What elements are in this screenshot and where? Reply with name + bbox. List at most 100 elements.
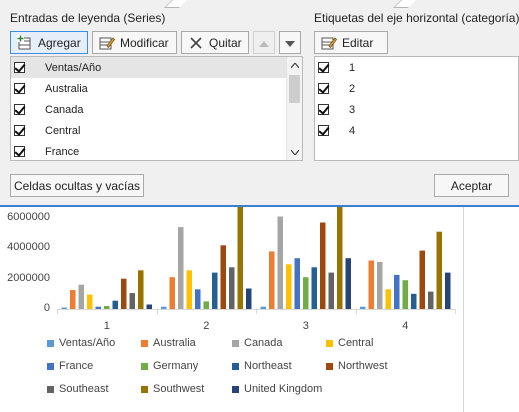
bar-germany-1[interactable] [104,306,110,309]
bar-northeast-4[interactable] [411,293,417,309]
bar-france-4[interactable] [394,274,400,309]
bar-central-4[interactable] [385,289,392,309]
bar-northwest-1[interactable] [121,278,127,309]
legend-item[interactable]: Central [326,337,373,349]
legend-label: Central [338,337,374,349]
bar-southeast-1[interactable] [129,293,136,309]
legend-item[interactable]: Northeast [232,360,292,372]
category-checkbox[interactable] [318,83,329,94]
category-item-label: 3 [349,103,356,116]
category-checkbox[interactable] [318,125,329,136]
bar-southeast-2[interactable] [229,267,235,309]
bar-australia-4[interactable] [368,260,375,310]
add-series-button[interactable]: Agregar [10,31,88,54]
bar-australia-2[interactable] [169,277,176,310]
bar-northeast-1[interactable] [112,300,119,309]
category-item[interactable]: 1 [315,57,515,78]
legend-item[interactable]: Northwest [326,360,388,372]
bar-france-3[interactable] [294,258,301,309]
dialog-pointer [164,0,187,8]
bar-united-kingdom-4[interactable] [445,272,451,309]
bar-southwest-2[interactable] [237,207,244,309]
series-checkbox[interactable] [14,83,25,94]
bar-united-kingdom-3[interactable] [345,258,352,309]
scroll-up-arrow-icon[interactable] [287,57,302,73]
legend-label: Northwest [338,360,388,372]
bar-canada-3[interactable] [277,216,284,310]
legend-swatch [47,339,54,347]
legend-item[interactable]: Canada [232,337,283,349]
series-item-france[interactable]: France [11,141,288,160]
series-checkbox[interactable] [14,62,25,73]
bar-central-2[interactable] [186,270,193,309]
series-checkbox[interactable] [14,104,25,115]
bar-southwest-1[interactable] [138,270,144,309]
series-item-canada[interactable]: Canada [11,99,288,120]
legend-item[interactable]: Australia [141,337,196,349]
category-item[interactable]: 2 [315,78,515,99]
bar-canada-2[interactable] [178,227,184,309]
bar-southeast-4[interactable] [428,291,434,309]
move-down-button[interactable] [279,31,301,54]
legend-item[interactable]: United Kingdom [232,383,322,395]
bar-canada-4[interactable] [377,262,383,309]
category-checkbox[interactable] [318,104,329,115]
bar-northeast-2[interactable] [212,272,218,309]
series-item-ventas-ano[interactable]: Ventas/Año [11,57,288,78]
legend-item[interactable]: Southwest [141,383,204,395]
bar-ventas-a-o-4[interactable] [360,306,366,309]
bar-united-kingdom-2[interactable] [246,288,252,310]
bar-germany-4[interactable] [402,280,409,309]
bar-northeast-3[interactable] [311,267,318,309]
category-item[interactable]: 3 [315,99,515,120]
bar-united-kingdom-1[interactable] [146,304,153,310]
bar-northwest-3[interactable] [320,222,326,310]
ok-label: Aceptar [450,178,493,193]
hidden-empty-cells-button[interactable]: Celdas ocultas y vacías [10,174,144,197]
bar-central-1[interactable] [87,294,93,309]
series-list-scrollbar[interactable] [286,57,302,160]
edit-categories-icon [321,35,337,51]
ok-button[interactable]: Aceptar [434,174,509,197]
bar-canada-1[interactable] [78,284,85,309]
add-series-icon [17,34,33,51]
bar-germany-2[interactable] [203,301,210,309]
bar-southwest-3[interactable] [337,207,343,309]
chart-area[interactable]: 0 2000000 4000000 6000000 1 2 3 4 Ventas/Año Au… [0,207,519,412]
category-list[interactable]: 1 2 3 4 [314,56,519,161]
legend-swatch [141,362,148,370]
edit-series-button[interactable]: Modificar [92,31,177,54]
bar-france-1[interactable] [95,306,102,309]
bar-australia-3[interactable] [269,251,275,309]
scroll-down-arrow-icon[interactable] [287,144,302,160]
series-item-australia[interactable]: Australia [11,78,288,99]
legend-item[interactable]: Southeast [47,383,109,395]
bar-northwest-2[interactable] [220,245,227,309]
category-item[interactable]: 4 [315,120,515,141]
bar-southeast-3[interactable] [328,272,335,309]
legend-label: Australia [153,337,196,349]
bar-ventas-a-o-2[interactable] [161,306,167,309]
series-checkbox[interactable] [14,146,25,157]
scroll-thumb[interactable] [289,75,300,103]
move-up-button[interactable] [253,31,275,54]
bar-france-2[interactable] [195,289,201,309]
legend-item[interactable]: Ventas/Año [47,337,115,349]
series-checkbox[interactable] [14,125,25,136]
bar-australia-1[interactable] [70,290,76,309]
legend-item[interactable]: Germany [141,360,198,372]
legend-item[interactable]: France [47,360,93,372]
bar-southwest-4[interactable] [436,231,443,309]
series-list[interactable]: Ventas/Año Australia Canada Central Fran… [10,56,303,161]
remove-series-button[interactable]: Quitar [181,31,249,54]
x-tick-label: 4 [402,320,409,332]
bar-central-3[interactable] [286,264,292,309]
legend-label: Canada [244,337,283,349]
series-item-central[interactable]: Central [11,120,288,141]
bar-ventas-a-o-1[interactable] [61,307,68,310]
bar-ventas-a-o-3[interactable] [260,306,267,309]
category-checkbox[interactable] [318,62,329,73]
bar-northwest-4[interactable] [419,250,426,309]
edit-categories-button[interactable]: Editar [314,31,388,54]
bar-germany-3[interactable] [303,277,309,310]
